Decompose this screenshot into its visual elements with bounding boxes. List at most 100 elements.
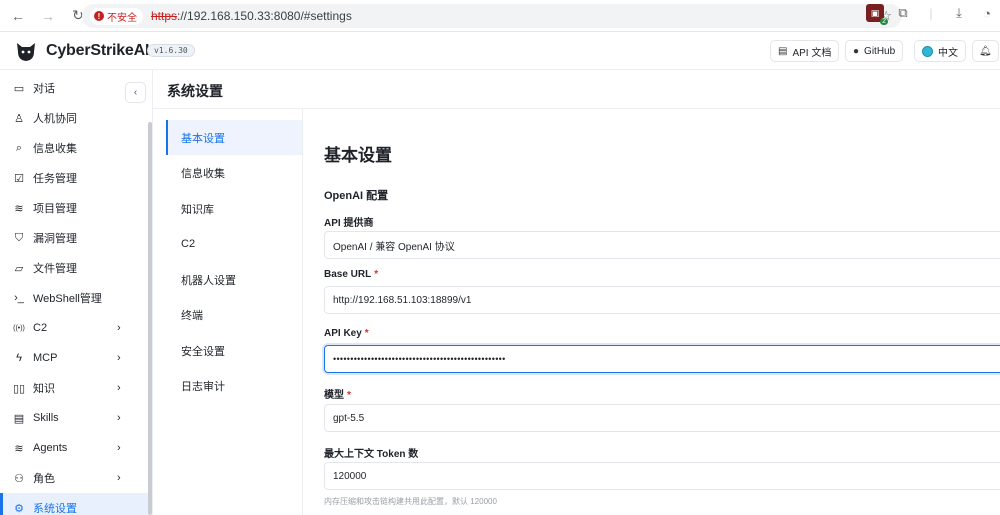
shield-icon: ⛉ [14,231,24,244]
url-text: ://192.168.150.33:8080/#settings [177,9,352,23]
extension-icon[interactable]: ▣ 2 [866,4,888,25]
max-tokens-label: 最大上下文 Token 数 [324,449,419,460]
sidebar-item-label: 对话 [33,83,55,95]
provider-value: OpenAI / 兼容 OpenAI 协议 [333,241,455,253]
base-url-label: Base URL * [324,269,379,280]
sidebar-item-label: 人机协同 [33,113,77,125]
sidebar-item-label: C2 [33,322,48,334]
settings-tab-4[interactable]: 机器人设置 [166,262,302,297]
settings-tab-2[interactable]: 知识库 [166,191,302,226]
toolbar-divider: | [929,5,933,21]
back-arrow-icon[interactable]: ← [6,4,30,28]
layers-icon: ≋ [14,202,24,215]
sidebar-item-8[interactable]: ((•)) C2 › [0,313,148,343]
chevron-right-icon: › [117,352,121,364]
sidebar-item-label: MCP [33,352,58,364]
max-tokens-hint: 内存压缩和攻击链构建共用此配置，默认 120000 [324,497,497,506]
model-label: 模型 * [324,390,351,401]
settings-tab-1[interactable]: 信息收集 [166,156,302,191]
api-key-input[interactable]: ••••••••••••••••••••••••••••••••••••••••… [324,345,1000,373]
sidebar-item-1[interactable]: ♙ 人机协同 [0,103,148,133]
sidebar-scrollbar[interactable] [148,122,152,515]
sidebar-item-label: 信息收集 [33,143,77,155]
sidebar-item-9[interactable]: ϟ MCP › [0,343,148,373]
brand-name: CyberStrikeAI [46,42,150,59]
document-icon: ▤ [778,45,788,57]
page-title-bar: 系统设置 [153,70,1000,109]
settings-tab-label: 安全设置 [181,345,225,358]
base-url-value: http://192.168.51.103:18899/v1 [333,294,472,306]
sidebar-item-label: 任务管理 [33,173,77,185]
provider-select[interactable]: OpenAI / 兼容 OpenAI 协议 [324,231,1000,259]
lightning-icon: ϟ [16,352,22,364]
api-key-label: API Key * [324,328,369,339]
document-icon: ▤ [13,412,25,425]
settings-form: 基本设置 OpenAI 配置 API 提供商 OpenAI / 兼容 OpenA… [303,109,1000,515]
notification-button[interactable]: 🔔︎ [972,40,999,62]
sidebar-item-14[interactable]: ⚙ 系统设置 [0,493,148,515]
user-collab-icon: ♙ [14,112,24,125]
github-label: GitHub [864,45,896,57]
browser-toolbar: ← → ↻ ! 不安全 https://192.168.150.33:8080/… [0,0,1000,32]
sidebar-item-label: 系统设置 [33,503,77,515]
sidebar-item-12[interactable]: ≋ Agents › [0,433,148,463]
page-title: 系统设置 [167,83,223,99]
max-tokens-value: 120000 [333,470,367,482]
provider-label: API 提供商 [324,218,374,229]
base-url-input[interactable]: http://192.168.51.103:18899/v1 [324,286,1000,314]
max-tokens-input[interactable]: 120000 [324,462,1000,490]
sidebar-item-7[interactable]: ›_ WebShell管理 [0,283,148,313]
app-header: CyberStrikeAI v1.6.30 ▤ API 文档 ● GitHub … [0,32,1000,70]
sidebar-item-label: 文件管理 [33,263,77,275]
sidebar-item-11[interactable]: ▤ Skills › [0,403,148,433]
chevron-right-icon: › [117,382,121,394]
chevron-right-icon: › [117,442,121,454]
sidebar-item-10[interactable]: ▯▯ 知识 › [0,373,148,403]
forward-arrow-icon[interactable]: → [36,4,60,28]
sidebar-item-13[interactable]: ⚇ 角色 › [0,463,148,493]
warning-icon: ! [94,11,104,21]
terminal-icon: ›_ [14,292,24,304]
sidebar-item-6[interactable]: ▱ 文件管理 [0,253,148,283]
puzzle-extensions-icon[interactable]: ⧉ [894,4,912,22]
users-icon: ⚇ [14,472,24,485]
sidebar-item-0[interactable]: ▭ 对话 [0,73,148,103]
settings-tab-label: 终端 [181,310,203,322]
language-label: 中文 [938,47,958,59]
subsection-title: OpenAI 配置 [324,190,389,202]
github-button[interactable]: ● GitHub [845,40,904,62]
globe-icon [922,45,933,57]
sidebar-item-label: 项目管理 [33,203,77,215]
sidebar-item-3[interactable]: ☑ 任务管理 [0,163,148,193]
download-icon[interactable]: ⤓ [950,4,968,22]
settings-tab-label: C2 [181,238,196,250]
sidebar-item-2[interactable]: ⌕ 信息收集 [0,133,148,163]
security-warning-chip[interactable]: ! 不安全 [90,7,143,25]
extension-badge: 2 [880,18,888,25]
url-scheme: https [151,9,178,23]
section-title: 基本设置 [324,146,392,165]
chevron-right-icon: › [117,472,121,484]
sidebar-item-label: WebShell管理 [33,293,102,305]
model-input[interactable]: gpt-5.5 [324,404,1000,432]
profile-icon[interactable]: ◔ [978,4,996,22]
api-docs-button[interactable]: ▤ API 文档 [770,40,840,62]
required-mark: * [374,269,379,280]
folder-icon: ▱ [14,262,24,275]
settings-tab-0[interactable]: 基本设置 [166,120,302,155]
settings-tab-6[interactable]: 安全设置 [166,333,302,368]
language-button[interactable]: 中文 [914,40,966,62]
sidebar-item-label: 漏洞管理 [33,233,77,245]
required-mark: * [347,390,351,401]
settings-tab-5[interactable]: 终端 [166,298,302,333]
gear-icon: ⚙ [14,502,24,515]
github-icon: ● [853,45,860,57]
chevron-right-icon: › [117,322,121,334]
settings-tab-label: 知识库 [181,203,214,216]
settings-tab-7[interactable]: 日志审计 [166,369,302,404]
required-mark: * [364,328,369,339]
sidebar-item-4[interactable]: ≋ 项目管理 [0,193,148,223]
address-bar[interactable]: ! 不安全 https://192.168.150.33:8080/#setti… [82,4,902,28]
settings-tab-3[interactable]: C2 [166,227,302,262]
sidebar-item-5[interactable]: ⛉ 漏洞管理 [0,223,148,253]
